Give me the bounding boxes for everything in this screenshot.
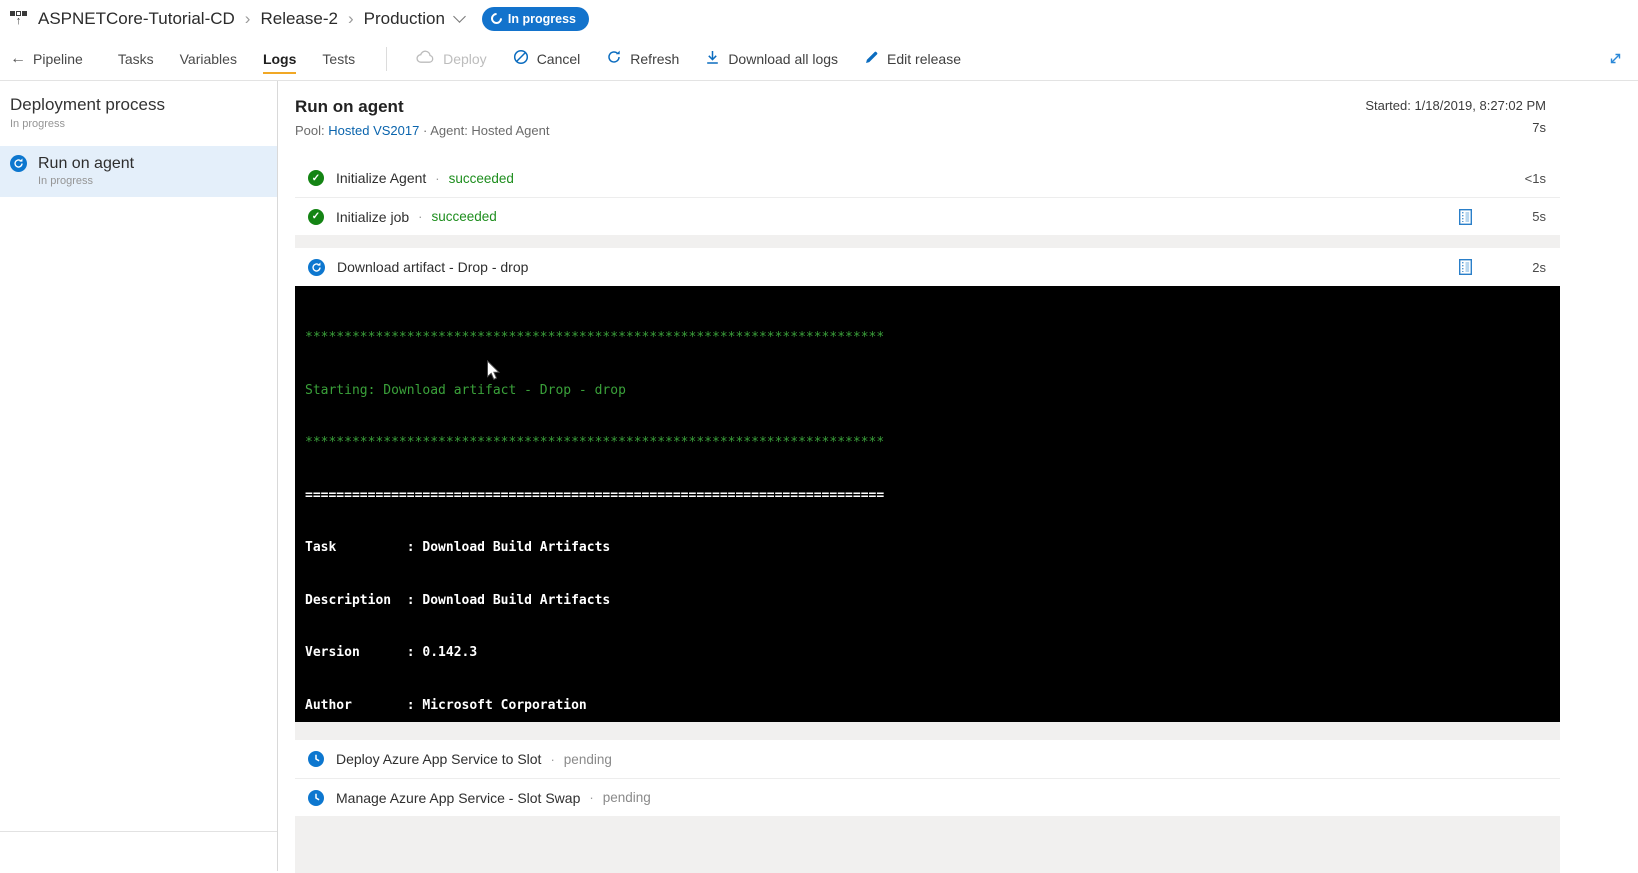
step-name: Initialize job	[336, 208, 410, 225]
cancel-label: Cancel	[536, 50, 581, 67]
log-line: Author : Microsoft Corporation	[305, 697, 587, 713]
pending-clock-icon	[308, 789, 324, 806]
deployment-process-sidebar: Deployment process In progress Run on ag…	[0, 81, 278, 871]
agent-info: Agent: Hosted Agent	[430, 123, 550, 138]
step-deploy-app-service[interactable]: Deploy Azure App Service to Slot · pendi…	[295, 740, 1560, 778]
job-timing: Started: 1/18/2019, 8:27:02 PM 7s	[1365, 98, 1546, 135]
step-status: pending	[602, 790, 651, 805]
dot-separator: ·	[550, 751, 555, 767]
log-line: ========================================…	[305, 487, 885, 503]
log-line: Task : Download Build Artifacts	[305, 540, 611, 555]
sidebar-item-run-on-agent[interactable]: Run on agent In progress	[0, 146, 277, 197]
sidebar-item-label: Run on agent	[38, 155, 135, 172]
log-view: Run on agent Pool: Hosted VS2017 · Agent…	[278, 81, 1638, 873]
step-duration: 2s	[1532, 259, 1546, 275]
log-line: Description : Download Build Artifacts	[305, 592, 611, 608]
back-arrow-icon: ←	[10, 49, 26, 67]
refresh-button[interactable]: Refresh	[593, 43, 692, 75]
download-icon	[705, 49, 720, 68]
toolbar: ← Pipeline Tasks Variables Logs Tests De…	[0, 37, 1638, 81]
download-all-logs-button[interactable]: Download all logs	[692, 43, 851, 75]
sync-in-progress-icon	[308, 258, 325, 276]
breadcrumb-release-name[interactable]: Release-2	[260, 9, 338, 29]
in-progress-spinner-icon	[488, 10, 505, 27]
step-duration: <1s	[1524, 170, 1546, 186]
toolbar-divider	[386, 46, 388, 71]
breadcrumb-stage-name[interactable]: Production	[364, 9, 445, 29]
tab-bar: Tasks Variables Logs Tests	[105, 39, 368, 79]
sidebar-heading-title: Deployment process	[10, 95, 165, 114]
tab-tasks[interactable]: Tasks	[105, 39, 167, 79]
log-line: Starting: Download artifact - Drop - dro…	[305, 382, 626, 398]
view-raw-log-icon[interactable]	[1459, 208, 1472, 225]
chevron-right-icon: ›	[347, 8, 354, 28]
succeeded-check-icon: ✓	[308, 208, 324, 225]
job-total-duration: 7s	[1532, 120, 1546, 135]
back-label: Pipeline	[33, 50, 83, 67]
step-name: Manage Azure App Service - Slot Swap	[336, 789, 581, 806]
cancel-button[interactable]: Cancel	[500, 43, 594, 75]
edit-pencil-icon	[864, 50, 879, 68]
succeeded-check-icon: ✓	[308, 170, 324, 186]
cloud-deploy-icon	[416, 50, 435, 67]
pool-link[interactable]: Hosted VS2017	[328, 123, 419, 138]
job-started-time: Started: 1/18/2019, 8:27:02 PM	[1365, 98, 1546, 113]
step-name: Download artifact - Drop - drop	[337, 259, 529, 275]
mouse-cursor	[487, 360, 501, 380]
group-gap	[295, 235, 1560, 248]
tab-tests[interactable]: Tests	[309, 39, 368, 79]
breadcrumb-pipeline-name[interactable]: ASPNETCore-Tutorial-CD	[38, 9, 235, 29]
log-line: ****************************************…	[305, 330, 885, 345]
pending-clock-icon	[308, 751, 324, 767]
refresh-icon	[606, 49, 622, 68]
sidebar-heading: Deployment process In progress	[0, 81, 277, 130]
job-header: Run on agent Pool: Hosted VS2017 · Agent…	[278, 81, 1638, 138]
breadcrumb-bar: ↑ ASPNETCore-Tutorial-CD › Release-2 › P…	[0, 0, 1638, 37]
step-duration: 5s	[1532, 209, 1546, 224]
breadcrumb: ASPNETCore-Tutorial-CD › Release-2 › Pro…	[38, 6, 589, 31]
step-download-artifact[interactable]: Download artifact - Drop - drop 2s	[295, 248, 1560, 286]
deploy-button[interactable]: Deploy	[403, 43, 500, 75]
sync-in-progress-icon	[10, 155, 27, 187]
step-manage-slot-swap[interactable]: Manage Azure App Service - Slot Swap · p…	[295, 778, 1560, 816]
view-raw-log-icon[interactable]	[1459, 259, 1472, 275]
tab-logs[interactable]: Logs	[250, 39, 309, 79]
release-pipeline-icon: ↑	[8, 11, 29, 27]
step-status: succeeded	[431, 209, 497, 224]
status-badge-label: In progress	[507, 11, 576, 26]
dot-separator: ·	[418, 209, 423, 224]
step-name: Initialize Agent	[336, 170, 427, 186]
step-status: succeeded	[448, 170, 514, 186]
step-list: ✓ Initialize Agent · succeeded <1s ✓ Ini…	[295, 159, 1560, 873]
chevron-down-icon[interactable]	[453, 10, 466, 23]
dot-separator: ·	[589, 790, 594, 805]
log-line: ****************************************…	[305, 435, 885, 450]
sidebar-item-status: In progress	[38, 175, 94, 187]
dot-separator: ·	[422, 123, 428, 138]
status-badge: In progress	[481, 6, 589, 31]
download-all-logs-label: Download all logs	[728, 50, 839, 67]
back-to-pipeline-button[interactable]: ← Pipeline	[10, 50, 83, 68]
dot-separator: ·	[435, 170, 440, 186]
step-status: pending	[563, 751, 612, 767]
log-console[interactable]: ****************************************…	[295, 286, 1560, 722]
fullscreen-expand-icon[interactable]	[1607, 50, 1624, 72]
log-line: Version : 0.142.3	[305, 645, 478, 660]
tab-variables[interactable]: Variables	[167, 39, 250, 79]
refresh-label: Refresh	[630, 50, 680, 67]
sidebar-heading-status: In progress	[10, 118, 66, 130]
step-name: Deploy Azure App Service to Slot	[336, 751, 542, 767]
edit-release-label: Edit release	[887, 50, 961, 67]
step-initialize-job[interactable]: ✓ Initialize job · succeeded 5s	[295, 197, 1560, 235]
chevron-right-icon: ›	[244, 8, 251, 28]
edit-release-button[interactable]: Edit release	[851, 43, 974, 75]
step-initialize-agent[interactable]: ✓ Initialize Agent · succeeded <1s	[295, 159, 1560, 197]
deploy-label: Deploy	[443, 50, 487, 67]
pool-label: Pool:	[295, 123, 325, 138]
cancel-icon	[513, 49, 529, 68]
group-gap	[295, 722, 1560, 740]
sidebar-divider	[0, 831, 277, 832]
